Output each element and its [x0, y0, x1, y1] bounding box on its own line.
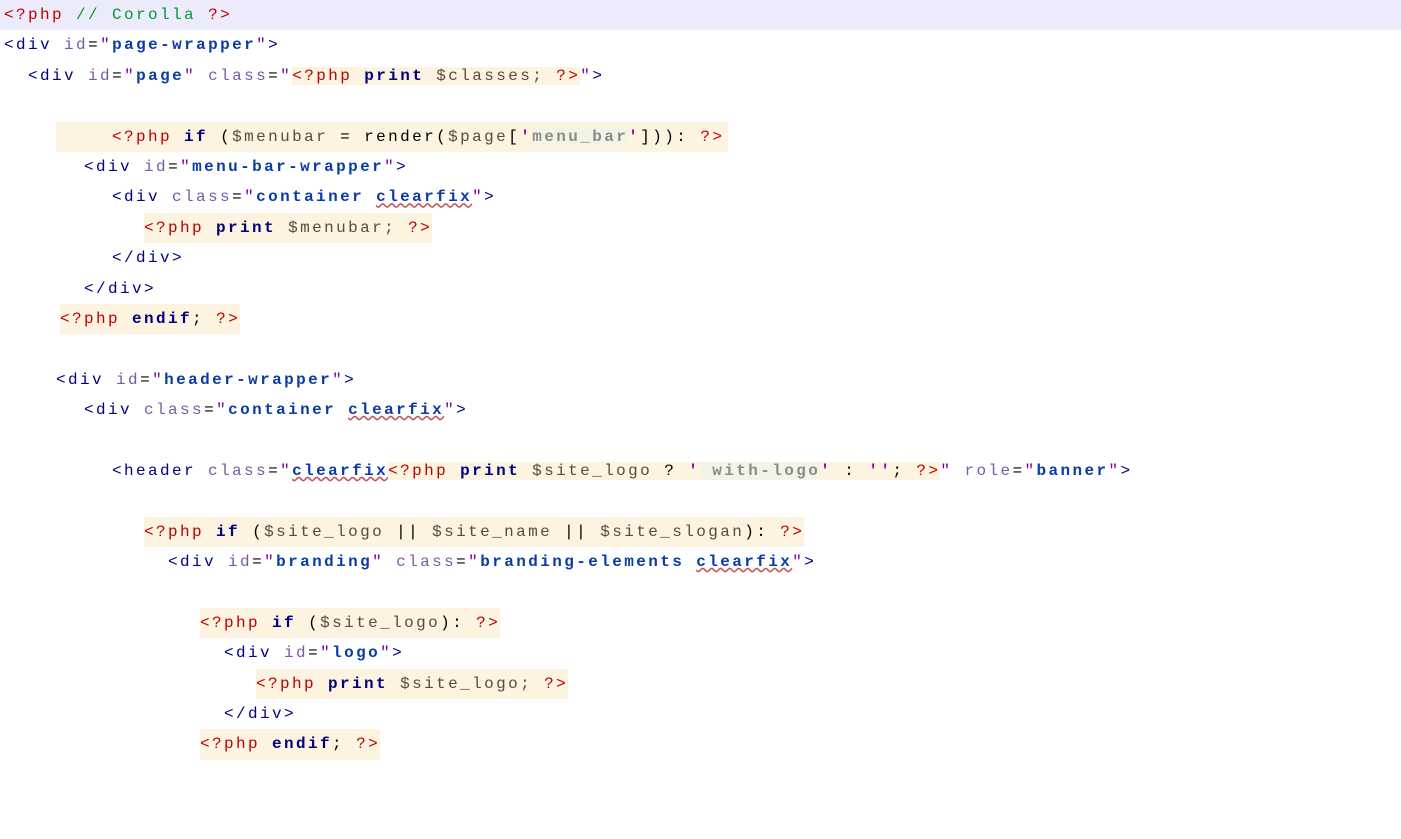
code-line-17: <div id="logo">	[0, 638, 1401, 668]
code-line-18: <?php print $site_logo; ?>	[0, 669, 1401, 699]
php-close: ?>	[208, 6, 232, 24]
code-line-2: <div id="page-wrapper">	[0, 30, 1401, 60]
code-line-8: </div>	[0, 243, 1401, 273]
code-line-4: <?php if ($menubar = render($page['menu_…	[56, 122, 728, 152]
code-line-14: <?php if ($site_logo || $site_name || $s…	[0, 517, 1401, 547]
blank-line	[0, 334, 1401, 364]
code-line-1: <?php // Corolla ?>	[0, 0, 1401, 30]
code-line-6: <div class="container clearfix">	[0, 182, 1401, 212]
code-line-9: </div>	[0, 274, 1401, 304]
code-line-5: <div id="menu-bar-wrapper">	[0, 152, 1401, 182]
code-line-15: <div id="branding" class="branding-eleme…	[0, 547, 1401, 577]
code-line-13: <header class="clearfix<?php print $site…	[0, 456, 1401, 486]
code-line-12: <div class="container clearfix">	[0, 395, 1401, 425]
blank-line	[0, 425, 1401, 455]
code-editor[interactable]: <?php // Corolla ?> <div id="page-wrappe…	[0, 0, 1401, 760]
code-line-3: <div id="page" class="<?php print $class…	[0, 61, 1401, 91]
code-line-19: </div>	[0, 699, 1401, 729]
blank-line	[0, 486, 1401, 516]
php-open: <?php	[4, 6, 64, 24]
code-line-7: <?php print $menubar; ?>	[0, 213, 1401, 243]
code-line-10: <?php endif; ?>	[0, 304, 1401, 334]
code-line-16: <?php if ($site_logo): ?>	[0, 608, 1401, 638]
blank-line	[0, 91, 1401, 121]
comment: // Corolla	[76, 6, 196, 24]
code-line-11: <div id="header-wrapper">	[0, 365, 1401, 395]
blank-line	[0, 577, 1401, 607]
code-line-20: <?php endif; ?>	[0, 729, 1401, 759]
